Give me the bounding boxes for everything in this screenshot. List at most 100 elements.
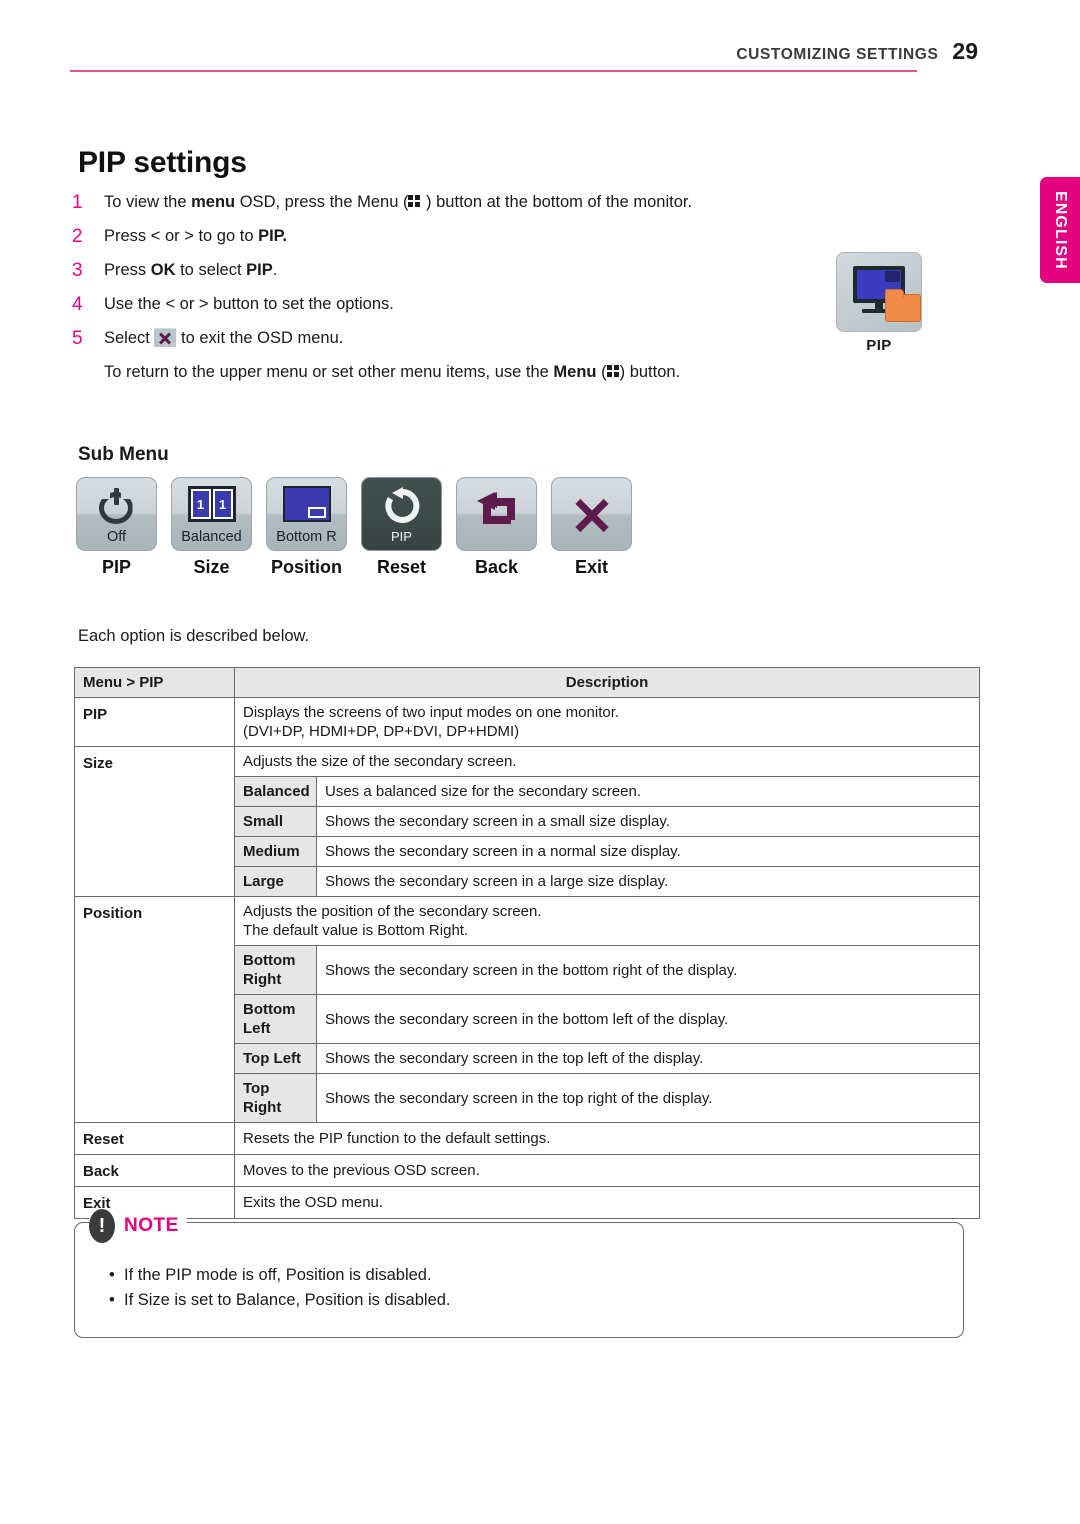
table-cell-suboption: Balanced (234, 776, 317, 807)
exclamation-icon: ! (89, 1209, 115, 1243)
emphasis-text: PIP. (258, 227, 288, 245)
submenu-item-reset[interactable]: PIP Reset (361, 477, 442, 578)
table-cell-description: Shows the secondary screen in a large si… (316, 866, 980, 897)
table-cell-description: Shows the secondary screen in the top le… (316, 1043, 980, 1074)
submenu-item-back[interactable]: Back (456, 477, 537, 578)
table-cell-key: PIP (74, 697, 235, 747)
submenu-item-label: Reset (376, 557, 427, 577)
table-cell-key: Size (74, 746, 235, 897)
table-header-row: Menu > PIP Description (74, 667, 980, 698)
submenu-icon-tile[interactable] (551, 477, 632, 551)
table-cell-description: Uses a balanced size for the secondary s… (316, 776, 980, 807)
folder-icon (885, 289, 921, 322)
back-arrow-icon (475, 490, 519, 530)
table-row: Size Adjusts the size of the secondary sc… (74, 746, 980, 897)
split-panes-icon: 11 (187, 486, 236, 522)
exit-x-icon (154, 328, 177, 347)
submenu-icon-caption: Off (106, 529, 127, 545)
table-cell-description: Shows the secondary screen in the bottom… (316, 945, 980, 995)
table-cell-suboption: Bottom Right (234, 945, 317, 995)
submenu-icon-tile[interactable]: 1 1 Balanced (171, 477, 252, 551)
table-cell-description: Displays the screens of two input modes … (234, 697, 980, 747)
header-divider (70, 70, 917, 72)
step-text: Use the < or > button to set the options… (104, 295, 394, 313)
emphasis-text: menu (191, 193, 236, 211)
submenu-item-pip[interactable]: Off PIP (76, 477, 157, 578)
table-cell-key: Position (74, 896, 235, 1123)
emphasis-text: PIP (246, 261, 273, 279)
submenu-icon-caption: Balanced (181, 529, 242, 545)
emphasis-text: Menu (553, 363, 597, 381)
table-cell-description: Shows the secondary screen in a small si… (316, 806, 980, 837)
submenu-item-label: Back (474, 557, 519, 577)
submenu-item-position[interactable]: Bottom R Position (266, 477, 347, 578)
step-text: Select to exit the OSD menu. (104, 328, 344, 347)
instruction-step: 2 Press < or > to go to PIP. (72, 226, 832, 247)
submenu-item-label: Position (271, 557, 342, 577)
table-cell-suboption: Top Left (234, 1043, 317, 1074)
monitor-pip-folder-icon (836, 252, 922, 332)
instruction-step: 5 Select to exit the OSD menu. (72, 328, 832, 349)
menu-grid-icon (606, 365, 620, 378)
table-intro: Each option is described below. (78, 627, 310, 645)
table-cell-description: Shows the secondary screen in the bottom… (316, 994, 980, 1044)
instruction-step: 3 Press OK to select PIP. (72, 260, 832, 281)
pip-inset-window (885, 271, 900, 282)
submenu-icon-tile[interactable] (456, 477, 537, 551)
step-continuation: To return to the upper menu or set other… (104, 363, 681, 381)
table-cell-description: Exits the OSD menu. (234, 1186, 980, 1219)
table-header-menu: Menu > PIP (74, 667, 235, 698)
table-cell-description: Moves to the previous OSD screen. (234, 1154, 980, 1187)
step-text: Press < or > to go to PIP. (104, 227, 288, 245)
reset-arrow-icon (382, 486, 422, 526)
table-cell-description: Adjusts the position of the secondary sc… (234, 896, 980, 946)
step-number: 1 (72, 192, 83, 213)
table-cell-description: Shows the secondary screen in the top ri… (316, 1073, 980, 1123)
table-row: Back Moves to the previous OSD screen. (74, 1154, 980, 1187)
table-row: Exit Exits the OSD menu. (74, 1186, 980, 1219)
table-cell-key: Back (74, 1154, 235, 1187)
note-box: ! NOTE If the PIP mode is off, Position … (74, 1209, 964, 1338)
table-cell-description: Adjusts the size of the secondary screen… (234, 746, 980, 777)
submenu-icon-tile[interactable]: PIP (361, 477, 442, 551)
submenu-icon-tile[interactable]: Bottom R (266, 477, 347, 551)
step-number: 5 (72, 328, 83, 349)
submenu-heading: Sub Menu (78, 444, 169, 465)
emphasis-text: OK (150, 261, 176, 279)
step-text: Press OK to select PIP. (104, 261, 278, 279)
pip-illustration: PIP (836, 252, 922, 354)
table-row: Reset Resets the PIP function to the defa… (74, 1122, 980, 1155)
pip-illustration-label: PIP (866, 337, 892, 354)
step-number: 4 (72, 294, 83, 315)
step-number: 2 (72, 226, 83, 247)
table-cell-suboption: Large (234, 866, 317, 897)
page-number: 29 (952, 38, 978, 64)
pip-position-icon (282, 486, 331, 522)
table-cell-description: Shows the secondary screen in a normal s… (316, 836, 980, 867)
options-table: Menu > PIP Description PIP Displays the scr… (74, 667, 980, 1219)
submenu-item-label: Exit (574, 557, 608, 577)
note-list: If the PIP mode is off, Position is disa… (109, 1263, 963, 1313)
table-header-description: Description (234, 667, 980, 698)
instruction-steps: 1 To view the menu OSD, press the Menu ( … (72, 192, 832, 383)
note-item: If the PIP mode is off, Position is disa… (109, 1263, 963, 1288)
note-header: ! NOTE (89, 1209, 187, 1243)
submenu-item-size[interactable]: 1 1 Balanced Size (171, 477, 252, 578)
section-title: CUSTOMIZING SETTINGS (736, 46, 939, 63)
table-cell-suboption: Top Right (234, 1073, 317, 1123)
table-cell-suboption: Bottom Left (234, 994, 317, 1044)
table-row: PIP Displays the screens of two input mod… (74, 697, 980, 747)
submenu-icon-caption: Bottom R (276, 529, 337, 545)
submenu-icon-tile[interactable]: Off (76, 477, 157, 551)
table-row: Position Adjusts the position of the seco… (74, 896, 980, 1123)
step-text: To view the menu OSD, press the Menu ( )… (104, 193, 693, 211)
table-cell-suboption: Small (234, 806, 317, 837)
page-header: CUSTOMIZING SETTINGS 29 (70, 40, 980, 80)
note-item: If Size is set to Balance, Position is d… (109, 1288, 963, 1313)
instruction-step: 4 Use the < or > button to set the option… (72, 294, 832, 315)
submenu-item-exit[interactable]: Exit (551, 477, 632, 578)
note-title: NOTE (124, 1215, 179, 1236)
power-icon (98, 488, 135, 524)
close-x-icon (571, 494, 613, 536)
submenu-icon-row: Off PIP 1 1 Balanced Size Bottom R Position PIP R… (76, 477, 632, 578)
